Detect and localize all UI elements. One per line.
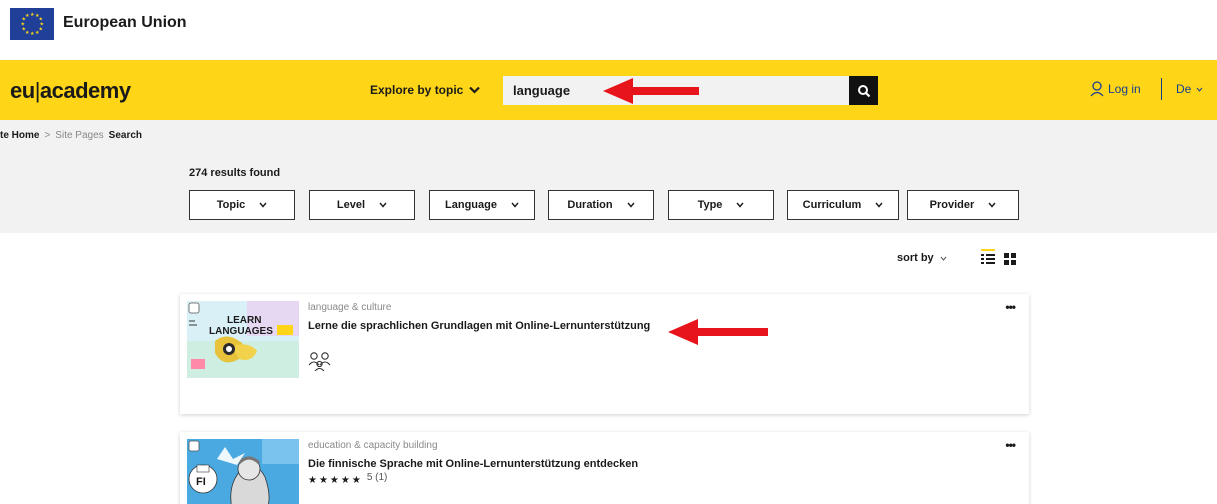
filter-curriculum[interactable]: Curriculum [787,190,899,220]
filter-type[interactable]: Type [668,190,774,220]
course-card[interactable]: FI education & capacity building Die fin… [180,432,1029,504]
filter-type-label: Type [697,199,723,211]
language-label: De [1176,82,1192,96]
thumb-text-learn: LEARN [227,315,261,326]
more-options-icon[interactable]: ••• [1005,300,1016,314]
header-separator [1161,78,1162,100]
course-thumbnail[interactable]: LEARN LANGUAGES [187,301,299,378]
chevron-down-icon [988,202,996,208]
logo-academy: academy [39,78,131,103]
course-card[interactable]: LEARN LANGUAGES language & culture Lerne… [180,294,1029,414]
rating-stars: ★★★★★ 5 (1) [308,472,388,486]
breadcrumb-site-pages[interactable]: Site Pages [55,130,103,141]
filter-provider[interactable]: Provider [907,190,1019,220]
course-title[interactable]: Lerne die sprachlichen Grundlagen mit On… [308,320,650,332]
svg-text:★: ★ [35,30,40,36]
filter-language[interactable]: Language [429,190,535,220]
login-label: Log in [1108,82,1141,96]
eu-flag-icon[interactable]: ★ ★ ★ ★ ★ ★ ★ ★ ★ ★ ★ ★ [10,8,54,40]
filter-duration[interactable]: Duration [548,190,654,220]
chevron-down-icon [736,202,744,208]
filter-topic-label: Topic [216,199,246,211]
filter-duration-label: Duration [567,199,613,211]
course-title[interactable]: Die finnische Sprache mit Online-Lernunt… [308,458,638,470]
breadcrumb-current: Search [108,130,143,141]
list-view-icon[interactable] [981,249,995,267]
chevron-down-icon [627,202,635,208]
login-link[interactable]: Log in [1090,81,1141,97]
explore-label: Explore by topic [370,83,464,97]
chevron-down-icon [940,256,947,261]
chevron-down-icon [469,86,481,94]
breadcrumb-separator: > [44,130,51,141]
breadcrumb-home[interactable]: te Home [0,130,39,141]
more-options-icon[interactable]: ••• [1005,438,1016,452]
grid-view-icon[interactable] [1004,253,1016,265]
eu-top-strip: ★ ★ ★ ★ ★ ★ ★ ★ ★ ★ ★ ★ European Union [0,0,1217,48]
search-results-panel: te Home > Site Pages Search 274 results … [0,120,1217,233]
filter-topic[interactable]: Topic [189,190,295,220]
course-topic[interactable]: education & capacity building [308,440,438,451]
search-button[interactable] [849,76,878,105]
red-arrow-search-annotation [603,78,699,104]
svg-text:★: ★ [25,13,30,19]
eu-name: European Union [63,14,187,31]
results-count: 274 results found [189,167,281,179]
thumb-text-fi: FI [196,476,206,488]
red-arrow-course-annotation [668,319,768,345]
logo-eu: eu [10,78,35,103]
svg-text:★: ★ [30,31,35,37]
filter-level[interactable]: Level [309,190,415,220]
chevron-down-icon [1196,87,1203,92]
filter-provider-label: Provider [929,199,975,211]
sort-by-dropdown[interactable]: sort by [897,252,947,264]
sort-by-label: sort by [897,252,934,264]
rating-value: 5 (1) [366,472,388,483]
filter-language-label: Language [445,199,497,211]
language-selector[interactable]: De [1176,82,1203,96]
chevron-down-icon [875,202,883,208]
chevron-down-icon [379,202,387,208]
group-learning-icon [308,352,331,371]
star-icons: ★★★★★ [308,475,363,486]
search-icon [857,84,870,97]
user-icon [1090,81,1104,97]
filter-level-label: Level [336,199,366,211]
chevron-down-icon [511,202,519,208]
thumb-text-languages: LANGUAGES [209,326,273,337]
filter-curriculum-label: Curriculum [802,199,862,211]
course-topic[interactable]: language & culture [308,302,391,313]
course-thumbnail[interactable]: FI [187,439,299,504]
breadcrumb: te Home > Site Pages Search [0,130,142,141]
chevron-down-icon [259,202,267,208]
eu-academy-logo[interactable]: eu|academy [10,78,131,104]
explore-by-topic-menu[interactable]: Explore by topic [370,83,481,97]
